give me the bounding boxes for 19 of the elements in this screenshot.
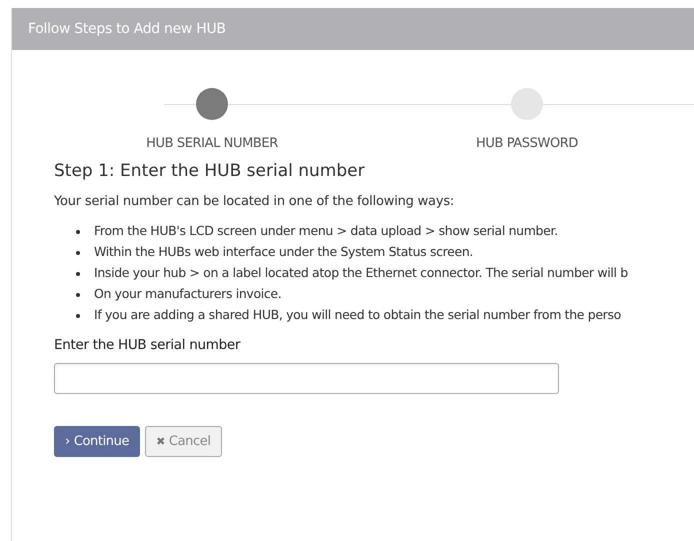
bullet-icon [76,250,80,254]
intro-text: Your serial number can be located in one of the following ways: [54,192,456,210]
list-item: If you are adding a shared HUB, you will need to obtain the serial number from the perso [94,306,621,324]
step-heading: Step 1: Enter the HUB serial number [54,160,366,183]
list-item: From the HUB's LCD screen under menu > data upload > show serial number. [94,222,558,240]
bullet-icon [76,292,80,296]
bullet-icon [76,230,80,234]
field-label: Enter the HUB serial number [54,336,242,355]
list-item: Within the HUBs web interface under the System Status screen. [94,243,474,262]
list-item: Inside your hub > on a label located atop the Ethernet connector. The serial number will b [94,264,628,282]
serial-number-field[interactable] [54,363,559,394]
step-label: HUB SERIAL NUMBER [146,135,278,153]
continue-button[interactable]: › Continue [54,426,140,458]
bullet-icon [76,314,80,318]
bullet-icon [76,272,80,276]
step-label: HUB PASSWORD [476,135,578,153]
cancel-button[interactable]: ✖ Cancel [145,426,222,458]
panel-title: Follow Steps to Add new HUB [28,20,226,38]
list-item: On your manufacturers invoice. [94,285,282,304]
